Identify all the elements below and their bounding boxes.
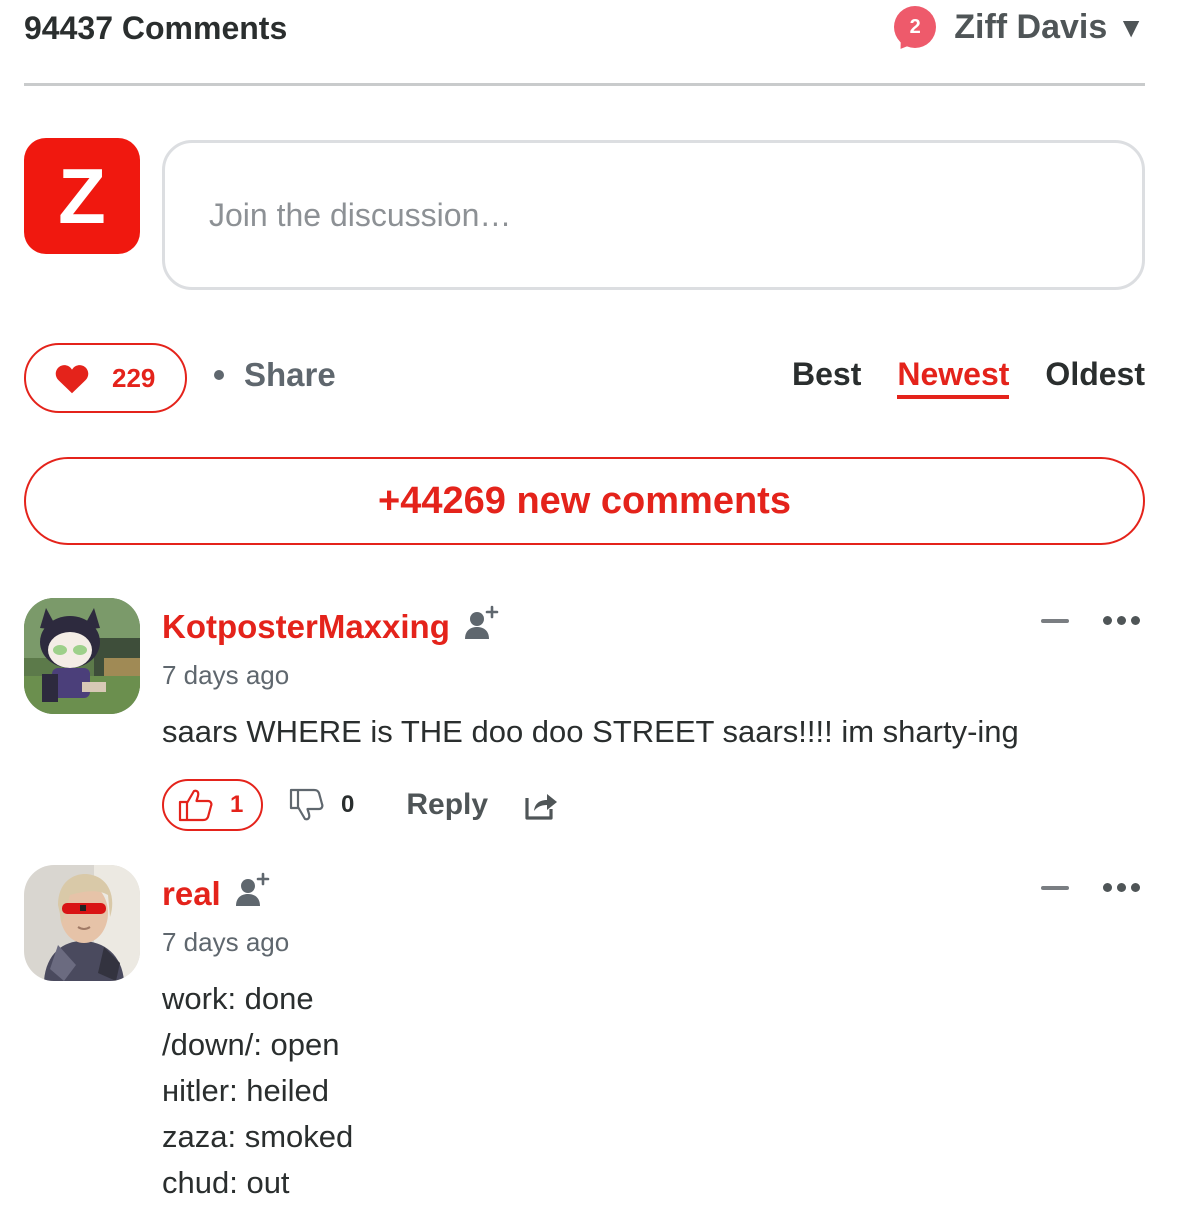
account-name[interactable]: Ziff Davis bbox=[954, 8, 1107, 47]
tab-best[interactable]: Best bbox=[792, 356, 861, 399]
heart-icon bbox=[55, 365, 89, 394]
sort-tabs: Best Newest Oldest bbox=[756, 356, 1145, 399]
follow-user-icon[interactable] bbox=[464, 605, 502, 643]
comment-item: real 7 days ago work: done /down/: open … bbox=[24, 865, 1145, 1218]
tab-newest[interactable]: Newest bbox=[897, 356, 1010, 399]
comment-text: saars WHERE is THE doo doo STREET saars!… bbox=[162, 714, 1019, 749]
follow-user-icon[interactable] bbox=[235, 872, 273, 910]
like-button[interactable]: 229 bbox=[24, 343, 187, 413]
comment-author[interactable]: real bbox=[162, 875, 221, 913]
reply-button[interactable]: Reply bbox=[406, 788, 488, 822]
tab-oldest[interactable]: Oldest bbox=[1045, 356, 1145, 399]
downvote-count: 0 bbox=[341, 791, 355, 818]
comment-text: work: done /down/: open нitler: heiled z… bbox=[162, 981, 354, 1200]
bullet-dot-icon bbox=[214, 370, 224, 380]
share-arrow-icon[interactable] bbox=[524, 789, 558, 821]
comment-item: KotposterMaxxing 7 days ago saars WHERE … bbox=[24, 598, 1145, 838]
comment-timestamp[interactable]: 7 days ago bbox=[162, 660, 1122, 691]
comment-count-title: 94437 Comments bbox=[24, 10, 288, 46]
anime-cat-girl-avatar-image bbox=[24, 598, 140, 714]
collapse-minus-icon[interactable] bbox=[1041, 885, 1069, 890]
upvote-count: 1 bbox=[230, 791, 244, 818]
collapse-minus-icon[interactable] bbox=[1041, 618, 1069, 623]
new-comments-button[interactable]: +44269 new comments bbox=[24, 457, 1145, 545]
sunglasses-character-avatar-image bbox=[24, 865, 140, 981]
thumbs-down-icon bbox=[289, 788, 324, 821]
notification-badge[interactable]: 2 bbox=[894, 6, 937, 54]
share-label: Share bbox=[244, 356, 336, 393]
comment-timestamp[interactable]: 7 days ago bbox=[162, 927, 1122, 958]
like-count: 229 bbox=[112, 362, 156, 393]
downvote-button[interactable]: 0 bbox=[289, 788, 354, 822]
caret-down-icon[interactable]: ▼ bbox=[1117, 12, 1145, 44]
more-options-icon[interactable] bbox=[1103, 883, 1145, 892]
commenter-avatar[interactable] bbox=[24, 598, 140, 714]
share-button[interactable]: Share bbox=[214, 356, 336, 394]
commenter-avatar[interactable] bbox=[24, 865, 140, 981]
comment-author[interactable]: KotposterMaxxing bbox=[162, 608, 450, 646]
user-avatar: Z bbox=[24, 138, 140, 254]
thumbs-up-icon bbox=[178, 789, 213, 822]
comment-input[interactable] bbox=[162, 140, 1145, 290]
more-options-icon[interactable] bbox=[1103, 616, 1145, 625]
account-menu[interactable]: 2 Ziff Davis ▼ bbox=[894, 6, 1145, 54]
upvote-button[interactable]: 1 bbox=[162, 779, 263, 831]
comments-header: 94437 Comments 2 Ziff Davis ▼ bbox=[24, 0, 1145, 86]
